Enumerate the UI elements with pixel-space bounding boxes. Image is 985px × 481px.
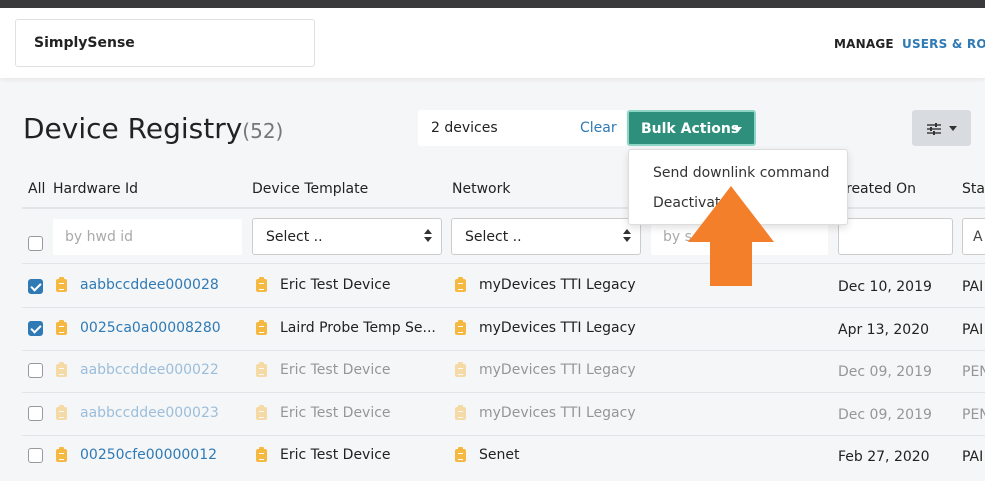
bulk-actions-button[interactable]: Bulk Actions [627,110,756,146]
arrow-up-icon [688,186,774,286]
row-checkbox[interactable] [28,321,43,336]
status-placeholder: A [973,229,983,245]
row-checkbox[interactable] [28,279,43,294]
created-on-cell: Dec 09, 2019 [838,407,932,423]
template-select[interactable]: Select .. [252,218,442,255]
row-checkbox[interactable] [28,448,43,463]
table-row[interactable]: 0025ca0a00008280 Laird Probe Temp Se... … [0,308,985,351]
created-on-cell: Feb 27, 2020 [838,449,930,465]
select-arrows-icon [424,229,432,242]
hardware-id-link[interactable]: aabbccddee000023 [80,405,219,421]
clipboard-icon[interactable] [455,277,466,292]
clipboard-icon[interactable] [56,362,67,377]
page-title-text: Device Registry [23,112,243,145]
sliders-icon [927,123,941,135]
table-row[interactable]: aabbccddee000023 Eric Test Device myDevi… [0,393,985,436]
clipboard-icon[interactable] [256,362,267,377]
status-cell: PAI [962,322,984,338]
created-on-cell: Dec 09, 2019 [838,364,932,380]
status-cell: PAI [962,449,984,465]
selected-count: 2 devices [431,120,498,136]
status-cell: PEN [962,364,985,380]
brand-box[interactable]: SimplySense [15,19,315,67]
clipboard-icon[interactable] [256,320,267,335]
device-template-cell: Eric Test Device [280,405,391,421]
clipboard-icon[interactable] [455,362,466,377]
caret-down-icon [949,126,957,131]
menu-item-send-downlink[interactable]: Send downlink command [653,165,830,181]
hardware-id-placeholder: by hwd id [65,229,134,245]
clipboard-icon[interactable] [455,320,466,335]
clipboard-icon[interactable] [455,447,466,462]
bulk-actions-label: Bulk Actions [641,121,740,137]
created-on-filter[interactable] [838,218,953,255]
device-template-cell: Eric Test Device [280,447,391,463]
hardware-id-filter[interactable]: by hwd id [53,219,242,255]
caret-down-icon [734,127,742,132]
clipboard-icon[interactable] [56,447,67,462]
column-hardware-id[interactable]: Hardware Id [53,181,138,197]
hardware-id-link[interactable]: aabbccddee000028 [80,277,219,293]
created-on-cell: Apr 13, 2020 [838,322,930,338]
hardware-id-link[interactable]: 0025ca0a00008280 [80,320,221,336]
table-row[interactable]: aabbccddee000028 Eric Test Device myDevi… [0,265,985,308]
top-bar [0,0,985,8]
table-row[interactable]: 00250cfe00000012 Eric Test Device Senet … [0,435,985,478]
select-arrows-icon [623,229,631,242]
status-cell: PAI [962,279,984,295]
clipboard-icon[interactable] [56,320,67,335]
clear-selection-link[interactable]: Clear [580,120,617,136]
clipboard-icon[interactable] [256,447,267,462]
network-cell: Senet [479,447,520,463]
network-cell: myDevices TTI Legacy [479,320,636,336]
column-created-on[interactable]: reated On [846,181,916,197]
device-count: (52) [242,119,284,143]
clipboard-icon[interactable] [56,405,67,420]
nav-users-roles[interactable]: USERS & ROLE [902,37,985,51]
nav-manage[interactable]: MANAGE [834,37,894,51]
network-select-value: Select .. [465,229,522,245]
row-checkbox[interactable] [28,406,43,421]
network-cell: myDevices TTI Legacy [479,405,636,421]
hardware-id-link[interactable]: aabbccddee000022 [80,362,219,378]
template-select-value: Select .. [266,229,323,245]
filter-divider [22,263,985,264]
device-template-cell: Laird Probe Temp Se... [280,320,436,336]
network-cell: myDevices TTI Legacy [479,362,636,378]
network-cell: myDevices TTI Legacy [479,277,636,293]
device-template-cell: Eric Test Device [280,277,391,293]
brand-name: SimplySense [34,35,135,51]
status-cell: PEN [962,407,985,423]
clipboard-icon[interactable] [256,405,267,420]
status-filter[interactable]: A [962,218,985,255]
created-on-cell: Dec 10, 2019 [838,279,932,295]
page-title: Device Registry(52) [23,112,283,145]
select-all-checkbox[interactable] [28,236,43,251]
device-template-cell: Eric Test Device [280,362,391,378]
row-checkbox[interactable] [28,363,43,378]
column-filter-button[interactable] [912,110,971,146]
clipboard-icon[interactable] [256,277,267,292]
column-device-template[interactable]: Device Template [252,181,368,197]
column-network[interactable]: Network [452,181,510,197]
hardware-id-link[interactable]: 00250cfe00000012 [80,447,217,463]
app-header: SimplySense MANAGE USERS & ROLE [0,8,985,78]
clipboard-icon[interactable] [56,277,67,292]
network-select[interactable]: Select .. [451,218,641,255]
column-status[interactable]: Stat [962,181,985,197]
clipboard-icon[interactable] [455,405,466,420]
selection-box: 2 devices Clear [418,110,626,146]
column-all[interactable]: All [28,181,45,197]
table-row[interactable]: aabbccddee000022 Eric Test Device myDevi… [0,350,985,393]
